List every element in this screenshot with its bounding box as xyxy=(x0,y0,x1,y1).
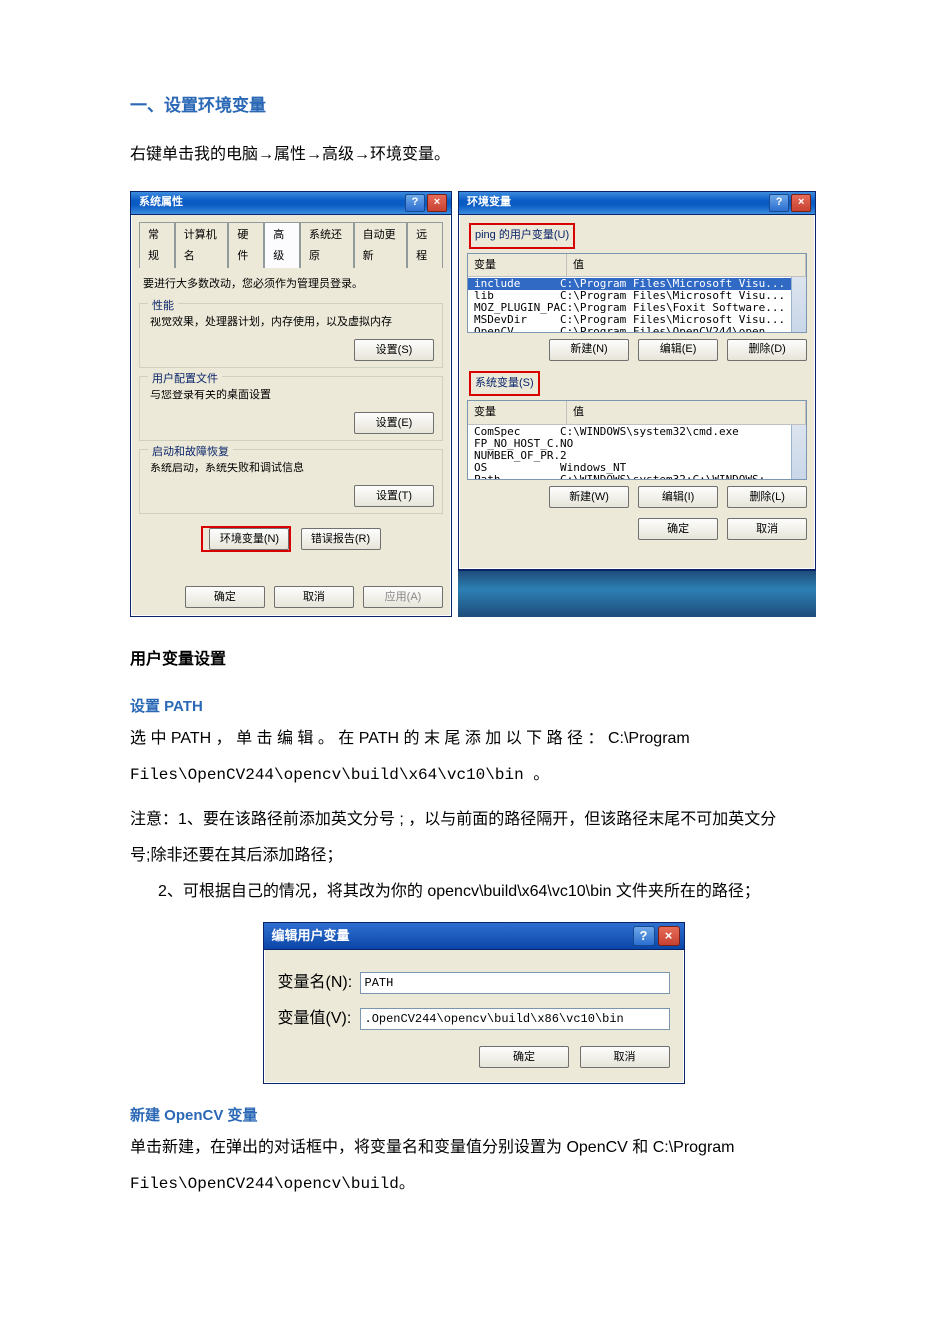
table-row: includeC:\Program Files\Microsoft Visu..… xyxy=(468,278,791,290)
screenshot-composite: 系统属性 ? × 常规 计算机名 硬件 高级 系统还原 自动更新 远程 要进行大… xyxy=(130,191,815,617)
scrollbar[interactable] xyxy=(791,277,806,332)
sysprop-ok-button[interactable]: 确定 xyxy=(185,586,265,608)
col-name[interactable]: 变量 xyxy=(468,254,567,277)
set-path-line2: Files\OpenCV244\opencv\build\x64\vc10\bi… xyxy=(130,760,815,790)
title-editvar: 编辑用户变量 xyxy=(272,924,350,949)
sys-vars-list[interactable]: 变量 值 ComSpecC:\WINDOWS\system32\cmd.exe … xyxy=(467,400,807,480)
profile-settings-button[interactable]: 设置(E) xyxy=(354,412,434,434)
col-value[interactable]: 值 xyxy=(567,401,806,424)
titlebar-editvar[interactable]: 编辑用户变量 ? × xyxy=(264,923,684,950)
label-var-value: 变量值(V): xyxy=(278,1004,360,1034)
input-var-name[interactable] xyxy=(360,972,670,994)
tab-computer-name[interactable]: 计算机名 xyxy=(175,222,229,269)
editvar-ok-button[interactable]: 确定 xyxy=(479,1046,569,1068)
tab-auto-update[interactable]: 自动更新 xyxy=(354,222,408,269)
group-performance: 性能 视觉效果，处理器计划，内存使用，以及虚拟内存 设置(S) xyxy=(139,303,443,368)
legend-user-profile: 用户配置文件 xyxy=(148,369,222,390)
new-opencv-line2: Files\OpenCV244\opencv\build。 xyxy=(130,1169,815,1199)
table-row: MOZ_PLUGIN_PATHC:\Program Files\Foxit So… xyxy=(468,302,791,314)
admin-warning: 要进行大多数改动，您必须作为管理员登录。 xyxy=(143,274,439,295)
tabstrip: 常规 计算机名 硬件 高级 系统还原 自动更新 远程 xyxy=(139,221,443,269)
intro-text: 右键单击我的电脑→属性→高级→环境变量。 xyxy=(130,140,815,170)
window-env-variables: 环境变量 ? × ping 的用户变量(U) 变量 值 xyxy=(458,191,816,570)
table-row: FP_NO_HOST_C...NO xyxy=(468,438,791,450)
title-sysprop: 系统属性 xyxy=(139,192,183,213)
heading-set-path: 设置 PATH xyxy=(130,693,815,722)
heading-env: 一、设置环境变量 xyxy=(130,90,815,122)
group-user-profile: 用户配置文件 与您登录有关的桌面设置 设置(E) xyxy=(139,376,443,441)
env-variables-button[interactable]: 环境变量(N) xyxy=(209,528,289,550)
tab-system-restore[interactable]: 系统还原 xyxy=(300,222,354,269)
title-env: 环境变量 xyxy=(467,192,511,213)
table-row: MSDevDirC:\Program Files\Microsoft Visu.… xyxy=(468,314,791,326)
table-row: OpenCVC:\Program Files\OpenCV244\open... xyxy=(468,326,791,332)
help-icon[interactable]: ? xyxy=(769,194,789,212)
user-new-button[interactable]: 新建(N) xyxy=(549,339,629,361)
document-page: 一、设置环境变量 右键单击我的电脑→属性→高级→环境变量。 系统属性 ? × 常… xyxy=(0,0,945,1265)
env-ok-button[interactable]: 确定 xyxy=(638,518,718,540)
user-delete-button[interactable]: 删除(D) xyxy=(727,339,807,361)
tab-advanced[interactable]: 高级 xyxy=(264,222,300,269)
heading-user-vars: 用户变量设置 xyxy=(130,645,815,675)
group-startup-recovery: 启动和故障恢复 系统启动，系统失败和调试信息 设置(T) xyxy=(139,449,443,514)
legend-performance: 性能 xyxy=(148,296,178,317)
user-vars-label: ping 的用户变量(U) xyxy=(469,223,575,249)
sysprop-apply-button[interactable]: 应用(A) xyxy=(363,586,443,608)
desktop-wallpaper xyxy=(458,570,816,617)
sysprop-cancel-button[interactable]: 取消 xyxy=(274,586,354,608)
tab-remote[interactable]: 远程 xyxy=(407,222,443,269)
env-window-wrap: 环境变量 ? × ping 的用户变量(U) 变量 值 xyxy=(458,191,816,617)
table-row: libC:\Program Files\Microsoft Visu... xyxy=(468,290,791,302)
set-path-line1: 选 中 PATH ， 单 击 编 辑 。 在 PATH 的 末 尾 添 加 以 … xyxy=(130,724,815,754)
titlebar-env[interactable]: 环境变量 ? × xyxy=(459,192,815,215)
sys-new-button[interactable]: 新建(W) xyxy=(549,486,629,508)
input-var-value[interactable] xyxy=(360,1008,670,1030)
label-var-name: 变量名(N): xyxy=(278,968,360,998)
note-line2: 2、可根据自己的情况，将其改为你的 opencv\build\x64\vc10\… xyxy=(158,877,815,907)
sys-edit-button[interactable]: 编辑(I) xyxy=(638,486,718,508)
help-icon[interactable]: ? xyxy=(633,926,655,946)
scrollbar[interactable] xyxy=(791,425,806,480)
env-cancel-button[interactable]: 取消 xyxy=(727,518,807,540)
col-name[interactable]: 变量 xyxy=(468,401,567,424)
user-vars-list[interactable]: 变量 值 includeC:\Program Files\Microsoft V… xyxy=(467,253,807,333)
col-value[interactable]: 值 xyxy=(567,254,806,277)
tab-hardware[interactable]: 硬件 xyxy=(228,222,264,269)
startup-settings-button[interactable]: 设置(T) xyxy=(354,485,434,507)
close-icon[interactable]: × xyxy=(427,194,447,212)
table-row: OSWindows_NT xyxy=(468,462,791,474)
edit-variable-dialog: 编辑用户变量 ? × 变量名(N): 变量值(V): 确定 取消 xyxy=(263,922,683,1084)
close-icon[interactable]: × xyxy=(791,194,811,212)
sys-vars-label: 系统变量(S) xyxy=(469,371,540,397)
titlebar-sysprop[interactable]: 系统属性 ? × xyxy=(131,192,451,215)
error-report-button[interactable]: 错误报告(R) xyxy=(301,528,381,550)
tab-general[interactable]: 常规 xyxy=(139,222,175,269)
note-line1a: 注意：1、要在该路径前添加英文分号 ; ，以与前面的路径隔开，但该路径末尾不可加… xyxy=(130,805,815,835)
table-row: PathC:\WINDOWS\system32;C:\WINDOWS;... xyxy=(468,474,791,480)
table-row: ComSpecC:\WINDOWS\system32\cmd.exe xyxy=(468,426,791,438)
legend-startup: 启动和故障恢复 xyxy=(148,442,233,463)
heading-new-opencv: 新建 OpenCV 变量 xyxy=(130,1102,815,1131)
table-row: NUMBER_OF_PR...2 xyxy=(468,450,791,462)
close-icon[interactable]: × xyxy=(658,926,680,946)
window-system-properties: 系统属性 ? × 常规 计算机名 硬件 高级 系统还原 自动更新 远程 要进行大… xyxy=(130,191,452,617)
sys-delete-button[interactable]: 删除(L) xyxy=(727,486,807,508)
note-line1b: 号;除非还要在其后添加路径； xyxy=(130,841,815,871)
perf-settings-button[interactable]: 设置(S) xyxy=(354,339,434,361)
editvar-cancel-button[interactable]: 取消 xyxy=(580,1046,670,1068)
perf-text: 视觉效果，处理器计划，内存使用，以及虚拟内存 xyxy=(150,312,434,333)
user-edit-button[interactable]: 编辑(E) xyxy=(638,339,718,361)
help-icon[interactable]: ? xyxy=(405,194,425,212)
new-opencv-line1: 单击新建，在弹出的对话框中，将变量名和变量值分别设置为 OpenCV 和 C:\… xyxy=(130,1133,815,1163)
